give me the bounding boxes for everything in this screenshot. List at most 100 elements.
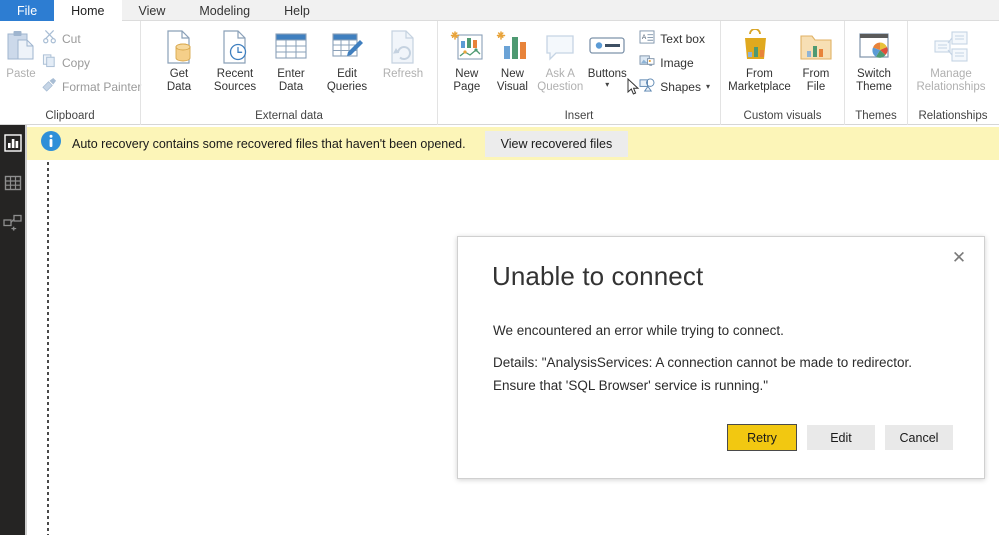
shapes-button[interactable]: Shapes ▾ [635, 75, 714, 99]
shapes-icon [639, 77, 655, 97]
recent-sources-label: Recent Sources [213, 68, 257, 93]
edit-queries-label: Edit Queries [326, 68, 368, 93]
copy-icon [42, 53, 57, 73]
dialog-actions: Retry Edit Cancel [727, 424, 953, 451]
scissors-icon [42, 29, 57, 49]
get-data-label: Get Data [166, 68, 192, 93]
edit-queries-icon [330, 28, 364, 66]
insert-small-buttons: A Text box Image Shapes ▾ [629, 25, 714, 99]
copy-button[interactable]: Copy [38, 51, 145, 75]
ask-question-button[interactable]: Ask A Question [535, 25, 585, 94]
buttons-caret-icon[interactable]: ▾ [605, 81, 609, 89]
format-painter-button[interactable]: Format Painter [38, 75, 145, 99]
dialog-title: Unable to connect [492, 261, 704, 291]
refresh-button[interactable]: Refresh [375, 25, 431, 81]
shapes-caret-icon[interactable]: ▾ [706, 83, 710, 91]
from-file-icon [798, 28, 834, 66]
enter-data-label: Enter Data [277, 68, 305, 93]
edit-button[interactable]: Edit [807, 425, 875, 450]
new-page-button[interactable]: New Page [444, 25, 490, 94]
cut-button[interactable]: Cut [38, 27, 145, 51]
dialog-message: We encountered an error while trying to … [493, 323, 784, 338]
sidebar-item-data-view[interactable] [0, 165, 25, 205]
cancel-button[interactable]: Cancel [885, 425, 953, 450]
tab-view[interactable]: View [122, 0, 183, 21]
cut-label: Cut [62, 32, 81, 46]
ribbon: Paste Cut Copy Format Painter Clipboard … [0, 21, 999, 125]
close-icon[interactable]: ✕ [944, 243, 974, 273]
view-recovered-files-button[interactable]: View recovered files [484, 130, 629, 157]
image-icon [639, 54, 655, 73]
manage-relationships-button[interactable]: Manage Relationships [910, 25, 992, 94]
ribbon-group-label-insert: Insert [564, 110, 594, 122]
info-icon [40, 130, 62, 157]
auto-recovery-notification: Auto recovery contains some recovered fi… [27, 127, 999, 160]
tab-modeling[interactable]: Modeling [182, 0, 267, 21]
recent-sources-button[interactable]: Recent Sources [207, 25, 263, 94]
sidebar-item-model-view[interactable] [0, 205, 25, 245]
new-page-label: New Page [453, 68, 481, 93]
unable-to-connect-dialog: ✕ Unable to connect We encountered an er… [457, 236, 985, 479]
image-label: Image [660, 56, 694, 70]
shapes-label: Shapes [660, 80, 701, 94]
new-visual-icon [495, 28, 529, 66]
refresh-icon [387, 28, 419, 66]
ribbon-group-themes: Switch Theme Themes [844, 21, 907, 125]
recent-sources-icon [219, 28, 251, 66]
paste-icon [6, 28, 36, 66]
marketplace-icon [741, 28, 777, 66]
enter-data-button[interactable]: Enter Data [263, 25, 319, 94]
ribbon-group-external-data: Get Data Recent Sources Enter Data Edit … [140, 21, 437, 125]
notification-message: Auto recovery contains some recovered fi… [72, 136, 466, 151]
get-data-button[interactable]: Get Data [151, 25, 207, 94]
manage-relationships-icon [932, 28, 970, 66]
buttons-button[interactable]: Buttons ▾ [585, 25, 629, 89]
ribbon-group-custom-visuals: From Marketplace From File Custom visual… [720, 21, 844, 125]
format-painter-label: Format Painter [62, 80, 142, 94]
manage-relationships-label: Manage Relationships [916, 68, 986, 93]
from-marketplace-button[interactable]: From Marketplace [725, 25, 794, 94]
enter-data-icon [274, 28, 308, 66]
switch-theme-icon [856, 28, 892, 66]
from-file-label: From File [802, 68, 830, 93]
dialog-details: Details: "AnalysisServices: A connection… [493, 355, 913, 393]
tab-file[interactable]: File [0, 0, 55, 21]
bar-chart-icon [3, 133, 22, 157]
paste-label: Paste [6, 68, 36, 80]
ribbon-group-label-themes: Themes [855, 110, 897, 122]
new-visual-label: New Visual [496, 68, 528, 93]
table-icon [4, 174, 22, 197]
svg-text:A: A [642, 33, 647, 40]
new-page-icon [450, 28, 484, 66]
from-file-button[interactable]: From File [794, 25, 838, 94]
new-visual-button[interactable]: New Visual [490, 25, 536, 94]
text-box-label: Text box [660, 32, 705, 46]
refresh-label: Refresh [382, 68, 424, 80]
copy-label: Copy [62, 56, 91, 70]
get-data-icon [163, 28, 195, 66]
ribbon-group-label-relationships: Relationships [918, 110, 988, 122]
ribbon-tab-strip: File Home View Modeling Help [0, 0, 999, 21]
paste-button[interactable]: Paste [4, 25, 38, 81]
power-bi-window: File Home View Modeling Help Paste Cut C… [0, 0, 999, 535]
ask-question-icon [542, 28, 578, 66]
image-button[interactable]: Image [635, 51, 714, 75]
clipboard-small-buttons: Cut Copy Format Painter [38, 25, 145, 99]
ribbon-group-clipboard: Paste Cut Copy Format Painter Clipboard [0, 21, 141, 125]
text-box-button[interactable]: A Text box [635, 27, 714, 51]
sidebar-item-report-view[interactable] [0, 125, 25, 165]
canvas-pane-divider[interactable] [47, 162, 49, 535]
switch-theme-button[interactable]: Switch Theme [847, 25, 901, 94]
ribbon-group-label-clipboard: Clipboard [45, 110, 95, 122]
tab-home[interactable]: Home [54, 0, 122, 21]
edit-queries-button[interactable]: Edit Queries [319, 25, 375, 94]
ribbon-group-relationships: Manage Relationships Relationships [907, 21, 998, 125]
ask-question-label: Ask A Question [537, 68, 584, 93]
tab-help[interactable]: Help [267, 0, 327, 21]
ribbon-group-label-external-data: External data [255, 110, 323, 122]
switch-theme-label: Switch Theme [856, 68, 892, 93]
relationships-icon [2, 214, 23, 237]
from-marketplace-label: From Marketplace [728, 68, 791, 93]
buttons-icon [587, 28, 627, 66]
retry-button[interactable]: Retry [727, 424, 797, 451]
